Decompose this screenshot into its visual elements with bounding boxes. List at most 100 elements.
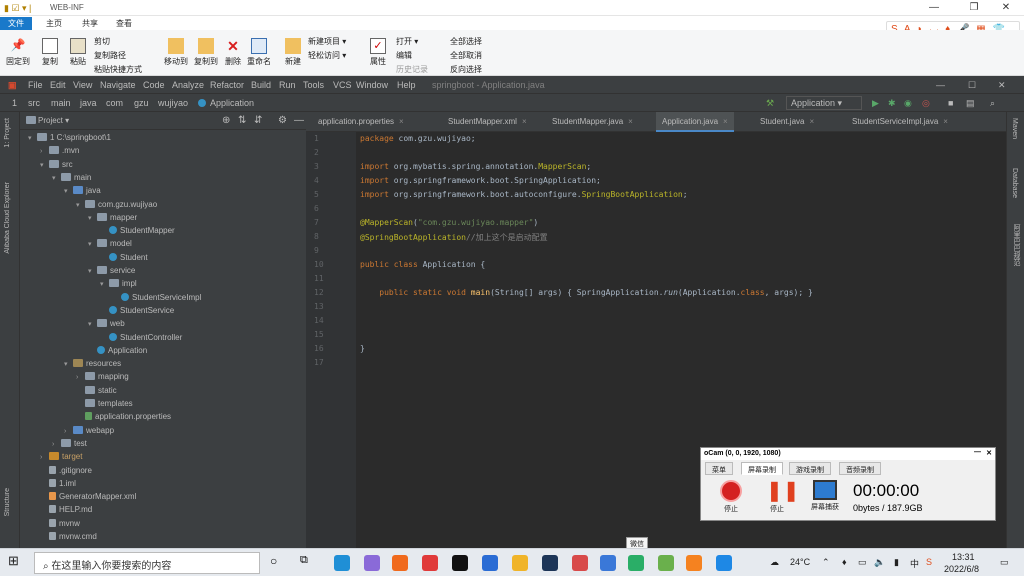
tree-node[interactable]: › .mvn [40, 146, 79, 155]
windows-start-icon[interactable]: ⊞ [8, 553, 24, 569]
alibaba-cloud-tool-tab[interactable]: Alibaba Cloud Explorer [4, 182, 11, 254]
tab-file[interactable]: 文件 [0, 17, 32, 30]
breadcrumb-gzu[interactable]: gzu [134, 98, 149, 108]
tree-node[interactable]: › mapping [76, 372, 129, 381]
move-to-button[interactable]: 移动到 [162, 38, 190, 67]
tab-close-icon[interactable]: × [399, 117, 404, 126]
tree-node[interactable]: ▾ mapper [88, 212, 137, 222]
clock-date[interactable]: 2022/6/8 [944, 564, 979, 574]
tree-node[interactable]: ▾ main [52, 172, 91, 182]
menu-vcs[interactable]: VCS [333, 80, 352, 90]
app-icon-5[interactable] [572, 555, 588, 571]
menu-window[interactable]: Window [356, 80, 388, 90]
tree-node[interactable]: static [76, 385, 117, 395]
tree-node[interactable]: StudentServiceImpl [112, 292, 201, 302]
stop-icon[interactable]: ■ [948, 98, 953, 108]
tree-node[interactable]: mvnw.cmd [40, 532, 97, 541]
tree-node[interactable]: ▾ com.gzu.wujiyao [76, 199, 157, 209]
profiler-icon[interactable]: ◎ [922, 98, 930, 109]
ocam-minimize-icon[interactable]: — [974, 449, 981, 456]
code-line[interactable]: @MapperScan("com.gzu.wujiyao.mapper") [360, 218, 538, 227]
menu-help[interactable]: Help [397, 80, 416, 90]
structure-tool-tab[interactable]: Structure [4, 488, 11, 516]
firefox-icon[interactable] [392, 555, 408, 571]
debug-icon[interactable]: ✱ [888, 98, 896, 109]
app-icon-4[interactable] [542, 555, 558, 571]
tree-node[interactable]: templates [76, 399, 133, 408]
copy-path-button[interactable]: 复制路径 [94, 50, 126, 61]
tree-expander-icon[interactable]: ▾ [64, 187, 73, 195]
editor-tab[interactable]: StudentMapper.xml × [442, 112, 533, 132]
tree-node[interactable]: ▾ impl [100, 279, 137, 288]
collapse-all-icon[interactable]: ⇵ [254, 115, 262, 126]
history-button[interactable]: 历史记录 [396, 64, 428, 75]
quick-access-toolbar[interactable]: ▮ ☑ ▾ | [4, 3, 44, 13]
project-structure-icon[interactable]: ▤ [966, 98, 975, 109]
file-explorer-icon[interactable] [512, 555, 528, 571]
menu-file[interactable]: File [28, 80, 43, 90]
new-item-button[interactable]: 新建项目 ▾ [308, 36, 346, 47]
menu-code[interactable]: Code [143, 80, 165, 90]
tree-node[interactable]: ▾ resources [64, 359, 121, 368]
app-icon-6[interactable] [600, 555, 616, 571]
tree-node[interactable]: .gitignore [40, 465, 92, 475]
tree-expander-icon[interactable]: › [64, 428, 73, 435]
tree-expander-icon[interactable]: › [76, 374, 85, 381]
close-icon[interactable]: ✕ [998, 2, 1014, 13]
app-icon-8[interactable] [686, 555, 702, 571]
weather-temp[interactable]: 24°C [790, 557, 810, 567]
easy-access-button[interactable]: 轻松访问 ▾ [308, 50, 346, 61]
database-tool-tab[interactable]: Database [1011, 168, 1018, 198]
maven-tool-tab[interactable]: Maven [1011, 118, 1018, 139]
intellij-taskbar-icon[interactable] [452, 555, 468, 571]
ocam-stop-record-button[interactable]: 停止 [713, 480, 749, 514]
ocam-close-icon[interactable]: ✕ [986, 449, 992, 457]
tree-node[interactable]: application.properties [76, 412, 171, 421]
tree-expander-icon[interactable]: ▾ [40, 161, 49, 169]
wechat-icon[interactable] [628, 555, 644, 571]
editor-tab[interactable]: StudentMapper.java × [546, 112, 639, 132]
ide-maximize-icon[interactable]: ☐ [968, 80, 976, 91]
tree-expander-icon[interactable]: › [40, 148, 49, 155]
breadcrumb-wujiyao[interactable]: wujiyao [158, 98, 188, 108]
tree-node[interactable]: ▾ 1 C:\springboot\1 [28, 133, 111, 142]
tree-expander-icon[interactable]: ▾ [64, 360, 73, 368]
hammer-icon[interactable]: ⚒ [766, 98, 774, 109]
breadcrumb-com[interactable]: com [106, 98, 123, 108]
code-line[interactable]: package com.gzu.wujiyao; [360, 134, 476, 143]
tab-home[interactable]: 主页 [38, 17, 70, 30]
app-icon-7[interactable] [658, 555, 674, 571]
breadcrumb-main[interactable]: main [51, 98, 71, 108]
ocam-pause-button[interactable]: ❚❚ 停止 [759, 480, 800, 514]
tree-node[interactable]: › target [40, 452, 82, 461]
editor-tab[interactable]: Student.java × [754, 112, 820, 132]
tree-expander-icon[interactable]: ▾ [88, 214, 97, 222]
edge-icon[interactable] [334, 555, 350, 571]
project-view-select[interactable]: Project ▾ [38, 116, 69, 125]
expand-all-icon[interactable]: ⇅ [238, 115, 246, 126]
tree-expander-icon[interactable]: ▾ [100, 280, 109, 288]
select-all-button[interactable]: 全部选择 [450, 36, 482, 47]
tab-close-icon[interactable]: × [809, 117, 814, 126]
tree-node[interactable]: StudentService [100, 305, 174, 315]
cortana-icon[interactable]: ○ [270, 554, 286, 570]
ide-close-icon[interactable]: ✕ [998, 80, 1006, 91]
tree-expander-icon[interactable]: ▾ [88, 320, 97, 328]
hide-panel-icon[interactable]: — [294, 115, 304, 126]
run-config-select[interactable]: Application ▾ [786, 96, 862, 110]
menu-build[interactable]: Build [251, 80, 271, 90]
invert-selection-button[interactable]: 反向选择 [450, 64, 482, 75]
new-folder-button[interactable]: 新建 [280, 38, 306, 67]
tree-node[interactable]: ▾ model [88, 239, 132, 248]
tree-expander-icon[interactable]: ▾ [76, 201, 85, 209]
maximize-icon[interactable]: ❐ [966, 2, 982, 13]
minimize-icon[interactable]: — [926, 2, 942, 13]
select-none-button[interactable]: 全部取消 [450, 50, 482, 61]
paste-shortcut-button[interactable]: 粘贴快捷方式 [94, 64, 142, 75]
menu-refactor[interactable]: Refactor [210, 80, 244, 90]
tree-node[interactable]: Application [88, 345, 147, 355]
copy-button[interactable]: 复制 [38, 38, 62, 67]
ide-minimize-icon[interactable]: — [936, 80, 945, 90]
ocam-capture-button[interactable]: 屏幕捕获 [807, 480, 843, 512]
paste-button[interactable]: 粘贴 [66, 38, 90, 67]
